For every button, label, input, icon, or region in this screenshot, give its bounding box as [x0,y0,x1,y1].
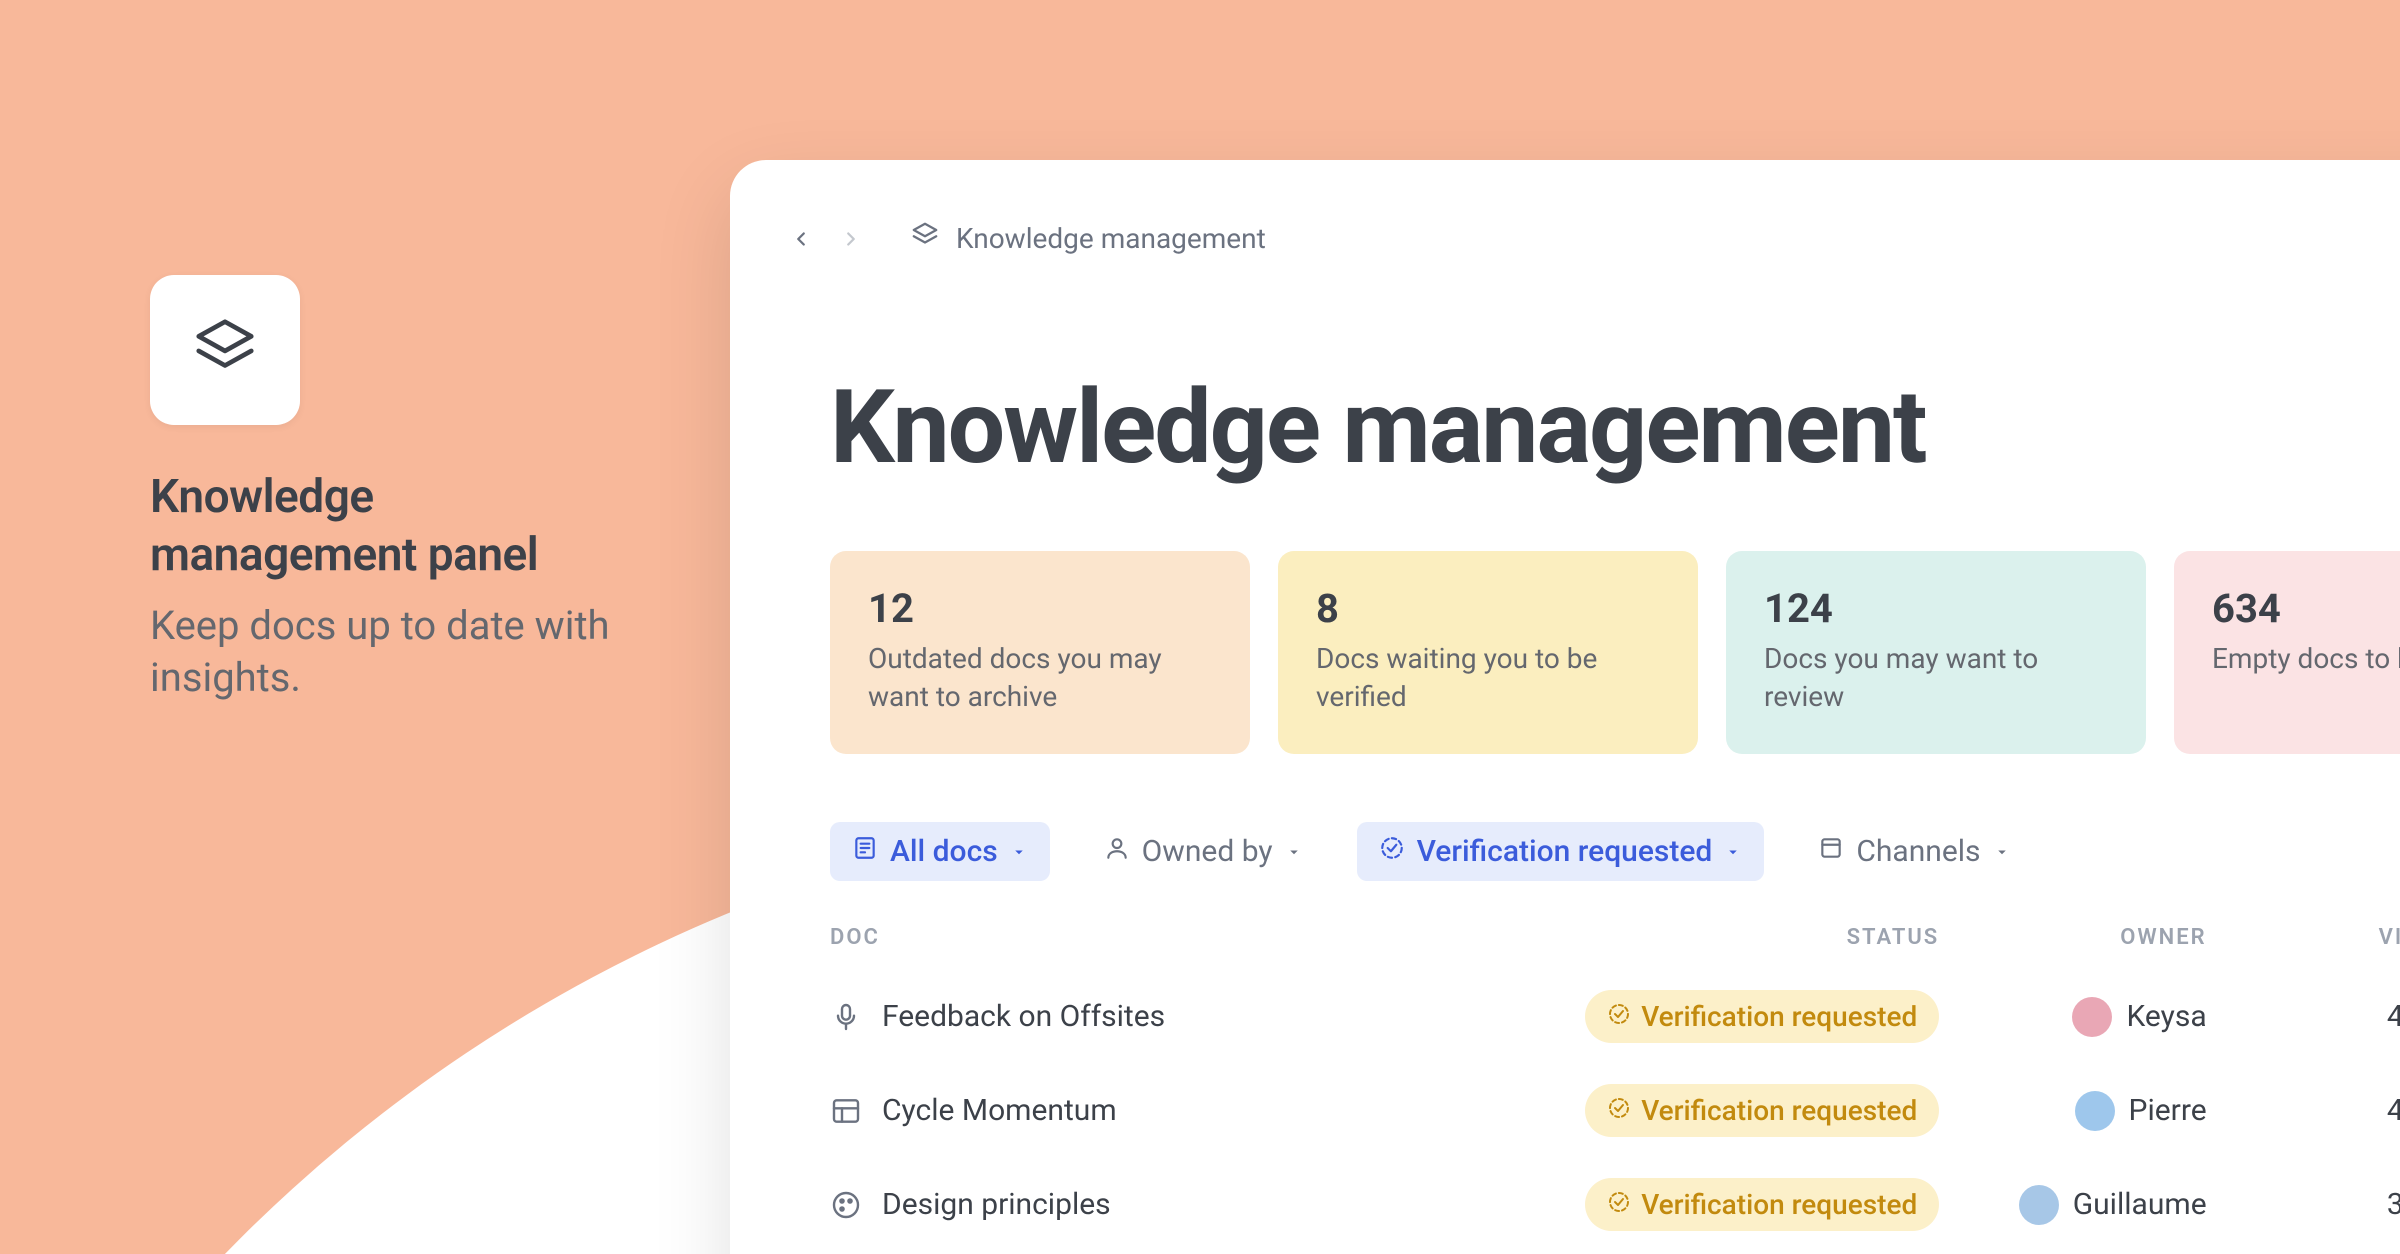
promo-title: Knowledge management panel [150,469,650,584]
table-row[interactable]: Design principles Verification requested G… [830,1158,2400,1252]
breadcrumb[interactable]: Knowledge management [910,220,1266,257]
avatar [2075,1091,2115,1131]
stat-number: 8 [1316,585,1660,632]
nav-back-button[interactable] [790,228,812,250]
stat-card[interactable]: 634 Empty docs to be deleted [2174,551,2400,754]
filter-label: Owned by [1142,834,1273,869]
verification-icon [1607,1188,1631,1221]
filter-label: Verification requested [1417,834,1713,869]
th-status: STATUS [1523,925,1939,950]
layers-icon [190,313,260,387]
status-badge: Verification requested [1585,1178,1939,1231]
th-doc: DOC [830,925,1523,950]
table-header: DOC STATUS OWNER VIEWS PUBLIC VIEWS LA [830,925,2400,970]
status-badge: Verification requested [1585,1084,1939,1137]
avatar [2019,1185,2059,1225]
views-count: 4141 [2217,999,2400,1034]
stat-number: 12 [868,585,1212,632]
doc-list-icon [852,834,878,869]
avatar [2072,997,2112,1037]
views-count: 3056 [2217,1187,2400,1222]
doc-title: Design principles [882,1187,1111,1222]
views-count: 4032 [2217,1093,2400,1128]
promo-icon-box [150,275,300,425]
stat-card[interactable]: 8 Docs waiting you to be verified [1278,551,1698,754]
person-icon [1104,834,1130,869]
filters-row: All docs Owned by Verification requested [830,822,2400,881]
filter-all-docs[interactable]: All docs [830,822,1050,881]
chevron-down-icon [1724,834,1742,869]
app-window: Knowledge management Knowledge managemen… [730,160,2400,1254]
doc-title: Feedback on Offsites [882,999,1165,1034]
status-label: Verification requested [1641,1000,1917,1033]
stat-card[interactable]: 124 Docs you may want to review [1726,551,2146,754]
verification-icon [1607,1094,1631,1127]
filter-verification[interactable]: Verification requested [1357,822,1765,881]
chevron-down-icon [1285,834,1303,869]
owner-name: Guillaume [2073,1187,2207,1222]
page-title: Knowledge management [830,367,2400,487]
th-views: VIEWS [2217,925,2400,950]
table-row[interactable]: Cycle Momentum Verification requested Pier… [830,1064,2400,1158]
palette-icon [830,1189,862,1221]
channel-icon [1818,834,1844,869]
table-row[interactable]: Feedback on Offsites Verification request… [830,970,2400,1064]
layers-icon [910,220,940,257]
stat-label: Docs waiting you to be verified [1316,640,1660,716]
chevron-down-icon [1993,834,2011,869]
promo-subtitle: Keep docs up to date with insights. [150,600,650,704]
promo-panel: Knowledge management panel Keep docs up … [150,275,650,704]
docs-table: DOC STATUS OWNER VIEWS PUBLIC VIEWS LA F… [830,925,2400,1254]
status-badge: Verification requested [1585,990,1939,1043]
owner-name: Keysa [2126,999,2206,1034]
stat-card[interactable]: 12 Outdated docs you may want to archive [830,551,1250,754]
status-label: Verification requested [1641,1188,1917,1221]
breadcrumb-label: Knowledge management [956,222,1266,255]
layout-icon [830,1095,862,1127]
doc-title: Cycle Momentum [882,1093,1117,1128]
status-label: Verification requested [1641,1094,1917,1127]
stat-label: Empty docs to be deleted [2212,640,2400,678]
chevron-down-icon [1010,834,1028,869]
stat-label: Docs you may want to review [1764,640,2108,716]
mic-icon [830,1001,862,1033]
verification-icon [1607,1000,1631,1033]
filter-label: All docs [890,834,998,869]
filter-owned-by[interactable]: Owned by [1082,822,1325,881]
filter-label: Channels [1856,834,1980,869]
filter-channels[interactable]: Channels [1796,822,2032,881]
owner-name: Pierre [2129,1093,2207,1128]
verification-icon [1379,834,1405,869]
stat-number: 124 [1764,585,2108,632]
th-owner: OWNER [1939,925,2216,950]
stat-label: Outdated docs you may want to archive [868,640,1212,716]
stats-row: 12 Outdated docs you may want to archive 8… [830,551,2400,754]
nav-forward-button[interactable] [840,228,862,250]
stat-number: 634 [2212,585,2400,632]
